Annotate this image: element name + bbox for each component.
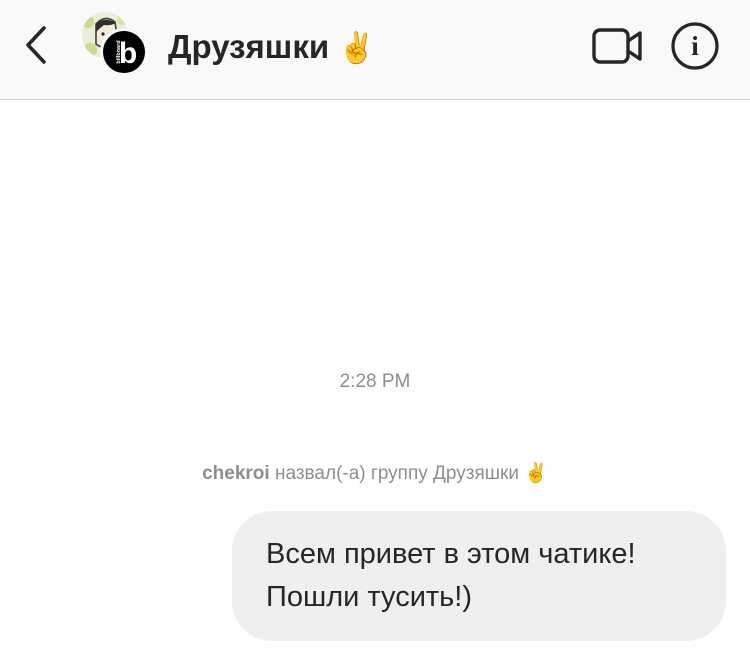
info-glyph: i <box>691 31 699 61</box>
chevron-left-icon <box>26 26 46 64</box>
billboard-logo-letter: b <box>119 37 137 70</box>
group-avatar[interactable]: billboard b <box>82 12 150 78</box>
chat-title-emoji: ✌️ <box>338 32 376 65</box>
message-line: Пошли тусить!) <box>266 581 473 613</box>
notice-emoji: ✌️ <box>524 463 548 484</box>
message-line: Всем привет в этом чатике! <box>266 538 636 570</box>
chat-header: billboard b Друзяшки ✌️ i <box>0 0 750 100</box>
info-button[interactable]: i <box>670 21 720 71</box>
video-camera-icon <box>592 28 642 64</box>
chat-title-text: Друзяшки <box>168 28 330 65</box>
info-icon: i <box>671 22 719 70</box>
notice-username[interactable]: chekroi <box>202 463 270 484</box>
message-timestamp: 2:28 PM <box>339 371 411 392</box>
group-renamed-notice: chekroi назвал(-а) группу Друзяшки ✌️ <box>0 461 750 487</box>
avatar-front-logo: billboard b <box>100 28 148 76</box>
notice-text: назвал(-а) группу Друзяшки <box>274 463 519 484</box>
message-bubble[interactable]: Всем привет в этом чатике! Пошли тусить!… <box>232 511 726 641</box>
back-button[interactable] <box>14 22 58 68</box>
video-call-button[interactable] <box>590 24 644 68</box>
chat-title[interactable]: Друзяшки ✌️ <box>168 27 376 69</box>
